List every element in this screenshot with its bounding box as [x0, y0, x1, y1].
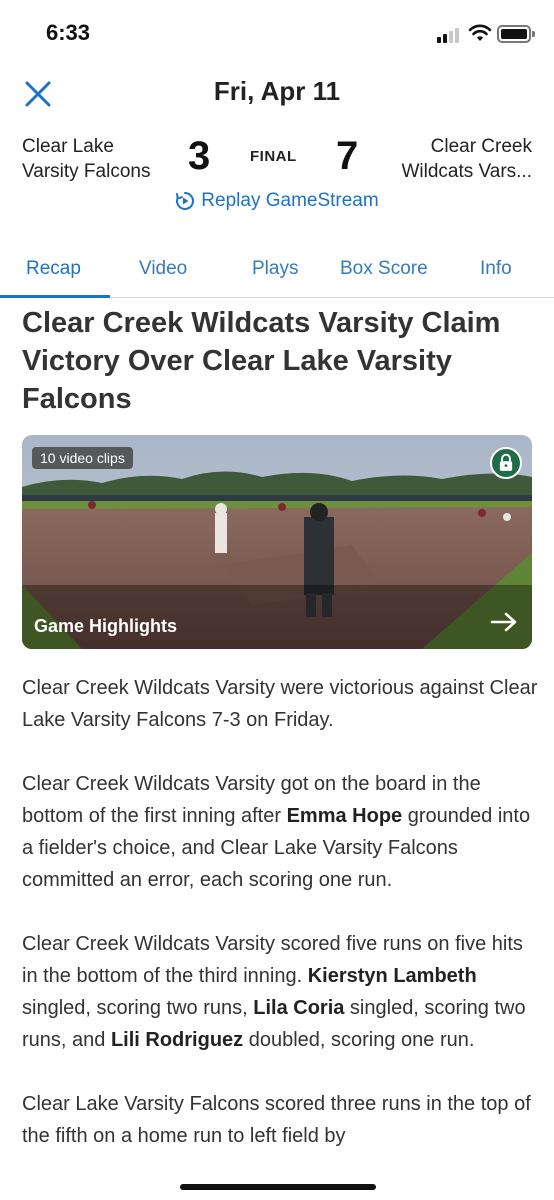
article-body: Clear Creek Wildcats Varsity were victor…: [22, 672, 538, 1184]
arrow-right-icon[interactable]: [490, 611, 518, 633]
player-name: Lili Rodriguez: [110, 1029, 244, 1051]
player-name: Emma Hope: [286, 805, 403, 827]
player-name: Lila Coria: [253, 997, 345, 1019]
battery-icon: [497, 25, 531, 43]
page-title: Fri, Apr 11: [213, 76, 341, 106]
active-tab-indicator: [0, 295, 110, 298]
article-paragraph: Clear Creek Wildcats Varsity scored five…: [22, 933, 526, 1051]
status-bar: 6:33: [0, 0, 554, 66]
tab-video[interactable]: Video: [139, 258, 187, 280]
video-highlights-card[interactable]: 10 video clips Game Highlights: [22, 435, 532, 649]
article-title: Clear Creek Wildcats Varsity Claim Victo…: [22, 307, 501, 415]
article-paragraph: Clear Creek Wildcats Varsity were victor…: [22, 677, 538, 731]
home-team-name[interactable]: Clear Lake Varsity Falcons: [22, 134, 182, 184]
tab-box-score[interactable]: Box Score: [340, 258, 428, 280]
replay-gamestream-link[interactable]: Replay GameStream: [175, 190, 379, 212]
home-score: 3: [188, 134, 211, 178]
lock-icon: [490, 447, 522, 479]
away-team-name[interactable]: Clear Creek Wildcats Vars...: [372, 134, 532, 184]
video-caption: Game Highlights: [34, 616, 178, 636]
tab-plays[interactable]: Plays: [252, 258, 298, 280]
game-status: FINAL: [250, 148, 297, 165]
article-paragraph: Clear Creek Wildcats Varsity got on the …: [22, 773, 531, 891]
player-name: Kierstyn Lambeth: [307, 965, 477, 987]
status-time: 6:33: [46, 20, 91, 45]
tab-recap[interactable]: Recap: [26, 258, 81, 280]
home-indicator[interactable]: [180, 1184, 376, 1190]
tab-bar: Recap Video Plays Box Score Info: [0, 244, 554, 298]
wifi-icon: [468, 24, 492, 41]
replay-label: Replay GameStream: [201, 190, 379, 211]
video-clips-count-badge: 10 video clips: [32, 447, 133, 469]
away-score: 7: [336, 134, 359, 178]
article-paragraph: Clear Lake Varsity Falcons scored three …: [22, 1093, 531, 1147]
tab-info[interactable]: Info: [480, 258, 512, 280]
replay-icon: [176, 192, 195, 210]
cellular-signal-icon: [437, 27, 463, 43]
